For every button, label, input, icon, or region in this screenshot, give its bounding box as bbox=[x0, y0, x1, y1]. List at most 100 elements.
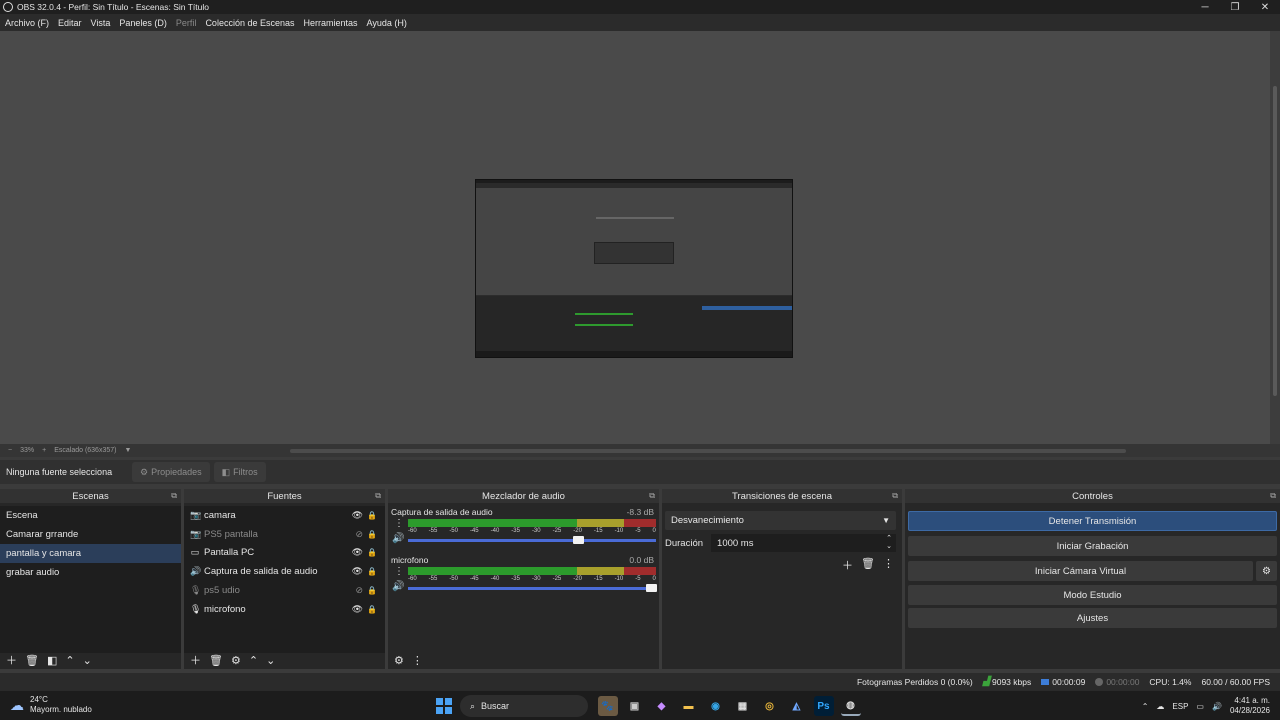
remove-transition-icon[interactable]: 🗑 bbox=[861, 557, 875, 573]
stop-stream-button[interactable]: Detener Transmisión bbox=[908, 511, 1277, 531]
eye-hidden-icon[interactable]: ⊘ bbox=[355, 585, 363, 596]
properties-button[interactable]: ⚙ Propiedades bbox=[132, 462, 210, 482]
obs-taskbar-icon[interactable]: ◍ bbox=[840, 696, 861, 716]
eye-icon[interactable]: 👁 bbox=[352, 547, 363, 558]
windows-start-icon[interactable] bbox=[436, 698, 452, 714]
duration-input[interactable]: 1000 ms ⌃ ⌄ bbox=[711, 534, 896, 552]
preview-horizontal-scrollbar[interactable] bbox=[290, 449, 1126, 453]
add-source-icon[interactable]: ＋ bbox=[190, 652, 201, 668]
add-scene-icon[interactable]: ＋ bbox=[6, 652, 17, 668]
start-virtual-camera-button[interactable]: Iniciar Cámara Virtual bbox=[908, 561, 1253, 581]
menu-coleccion-escenas[interactable]: Colección de Escenas bbox=[205, 18, 294, 28]
volume-slider-handle[interactable] bbox=[573, 536, 584, 544]
clock[interactable]: 4:41 a. m. 04/28/2026 bbox=[1230, 696, 1270, 716]
network-icon[interactable]: ▭ bbox=[1196, 702, 1204, 711]
filters-button[interactable]: ◧ Filtros bbox=[213, 462, 266, 482]
menu-herramientas[interactable]: Herramientas bbox=[304, 18, 358, 28]
menu-paneles[interactable]: Paneles (D) bbox=[119, 18, 167, 28]
weather-widget[interactable]: ☁ 24°C Mayorm. nublado bbox=[10, 695, 92, 715]
volume-slider[interactable] bbox=[408, 587, 656, 590]
language-indicator[interactable]: ESP bbox=[1172, 702, 1188, 711]
undock-icon[interactable]: ⧉ bbox=[649, 491, 655, 501]
scene-filters-icon[interactable]: ◧ bbox=[47, 654, 57, 667]
remove-source-icon[interactable]: 🗑 bbox=[209, 654, 223, 667]
eye-icon[interactable]: 👁 bbox=[352, 566, 363, 577]
photoshop-icon[interactable]: Ps bbox=[813, 696, 834, 716]
remove-scene-icon[interactable]: 🗑 bbox=[25, 654, 39, 667]
scene-item[interactable]: grabar audio bbox=[0, 563, 181, 582]
undock-icon[interactable]: ⧉ bbox=[171, 491, 177, 501]
move-up-icon[interactable]: ⌃ bbox=[65, 654, 74, 667]
move-down-icon[interactable]: ⌄ bbox=[83, 654, 92, 667]
copilot-icon[interactable]: ◆ bbox=[652, 696, 672, 716]
mute-speaker-icon[interactable]: 🔊 bbox=[392, 533, 404, 544]
preview-vertical-scrollbar[interactable] bbox=[1270, 31, 1280, 444]
add-transition-icon[interactable]: ＋ bbox=[842, 557, 853, 573]
volume-slider[interactable] bbox=[408, 539, 656, 542]
scrollbar-thumb[interactable] bbox=[1273, 86, 1277, 396]
eye-icon[interactable]: 👁 bbox=[352, 510, 363, 521]
lock-icon[interactable]: 🔒 bbox=[367, 567, 377, 576]
minimize-button[interactable]: ─ bbox=[1190, 0, 1220, 14]
source-item[interactable]: 📷 camara 👁 🔒 bbox=[184, 506, 385, 525]
studio-mode-button[interactable]: Modo Estudio bbox=[908, 585, 1277, 605]
source-item[interactable]: ▭ Pantalla PC 👁 🔒 bbox=[184, 544, 385, 563]
eye-hidden-icon[interactable]: ⊘ bbox=[355, 529, 363, 540]
source-item[interactable]: 🎙 ps5 udio ⊘ 🔒 bbox=[184, 581, 385, 600]
volume-slider-handle[interactable] bbox=[646, 584, 657, 592]
transition-menu-icon[interactable]: ⋮ bbox=[883, 557, 894, 573]
source-item[interactable]: 🔊 Captura de salida de audio 👁 🔒 bbox=[184, 562, 385, 581]
lock-icon[interactable]: 🔒 bbox=[367, 530, 377, 539]
lock-icon[interactable]: 🔒 bbox=[367, 586, 377, 595]
undock-icon[interactable]: ⧉ bbox=[1270, 491, 1276, 501]
menu-ayuda[interactable]: Ayuda (H) bbox=[367, 18, 407, 28]
channel-menu-icon[interactable]: ⋮ bbox=[394, 566, 404, 577]
advanced-audio-icon[interactable]: ⚙ bbox=[394, 654, 404, 667]
file-explorer-icon[interactable]: ▬ bbox=[679, 696, 699, 716]
transition-select[interactable]: Desvanecimiento ▼ bbox=[665, 511, 896, 530]
preview-area[interactable] bbox=[0, 31, 1270, 444]
scene-item[interactable]: Escena bbox=[0, 506, 181, 525]
scene-item-selected[interactable]: pantalla y camara bbox=[0, 544, 181, 563]
app-icon[interactable]: ◭ bbox=[787, 696, 807, 716]
source-item[interactable]: 🎙 microfono 👁 🔒 bbox=[184, 600, 385, 619]
undock-icon[interactable]: ⧉ bbox=[375, 491, 381, 501]
close-button[interactable]: ✕ bbox=[1250, 0, 1280, 14]
start-recording-button[interactable]: Iniciar Grabación bbox=[908, 536, 1277, 556]
chevron-up-icon[interactable]: ⌃ bbox=[1142, 702, 1149, 711]
move-down-icon[interactable]: ⌄ bbox=[266, 654, 275, 667]
channel-menu-icon[interactable]: ⋮ bbox=[394, 518, 404, 529]
widget-app-icon[interactable]: 🐾 bbox=[597, 696, 618, 716]
zoom-in-button[interactable]: + bbox=[42, 447, 46, 454]
menu-perfil[interactable]: Perfil bbox=[176, 18, 197, 28]
undock-icon[interactable]: ⧉ bbox=[892, 491, 898, 501]
tray-app-icon[interactable]: ☁ bbox=[1156, 702, 1164, 711]
source-properties-icon[interactable]: ⚙ bbox=[231, 654, 241, 667]
task-view-icon[interactable]: ▣ bbox=[625, 696, 645, 716]
scale-mode-dropdown-icon[interactable]: ▼ bbox=[124, 447, 131, 454]
move-up-icon[interactable]: ⌃ bbox=[249, 654, 258, 667]
lock-icon[interactable]: 🔒 bbox=[367, 605, 377, 614]
maximize-button[interactable]: ❐ bbox=[1220, 0, 1250, 14]
settings-button[interactable]: Ajustes bbox=[908, 608, 1277, 628]
spinner-arrows-icon[interactable]: ⌃ ⌄ bbox=[886, 535, 892, 551]
volume-icon[interactable]: 🔊 bbox=[1212, 702, 1222, 711]
filters-label: Filtros bbox=[233, 467, 258, 477]
scene-item[interactable]: Camarar grrande bbox=[0, 525, 181, 544]
menu-archivo[interactable]: Archivo (F) bbox=[5, 18, 49, 28]
mute-speaker-icon[interactable]: 🔊 bbox=[392, 581, 404, 592]
virtual-camera-settings-button[interactable]: ⚙ bbox=[1256, 561, 1277, 581]
edge-icon[interactable]: ◉ bbox=[706, 696, 726, 716]
mixer-menu-icon[interactable]: ⋮ bbox=[412, 654, 423, 667]
taskbar-search[interactable]: ⌕ Buscar bbox=[460, 695, 588, 717]
preview-canvas[interactable] bbox=[475, 179, 793, 358]
chrome-icon[interactable]: ◎ bbox=[760, 696, 780, 716]
menu-editar[interactable]: Editar bbox=[58, 18, 82, 28]
lock-icon[interactable]: 🔒 bbox=[367, 511, 377, 520]
zoom-out-button[interactable]: − bbox=[8, 447, 12, 454]
eye-icon[interactable]: 👁 bbox=[352, 604, 363, 615]
source-item[interactable]: 📷 PS5 pantalla ⊘ 🔒 bbox=[184, 525, 385, 544]
lock-icon[interactable]: 🔒 bbox=[367, 548, 377, 557]
menu-vista[interactable]: Vista bbox=[91, 18, 111, 28]
store-icon[interactable]: ▦ bbox=[733, 696, 753, 716]
